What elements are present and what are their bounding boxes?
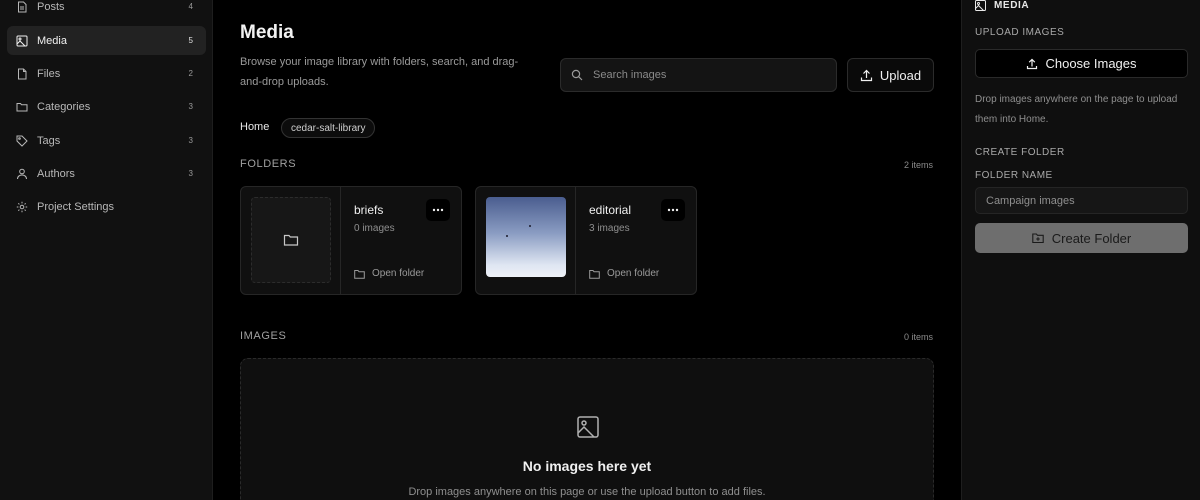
create-folder-label: CREATE FOLDER (975, 147, 1065, 158)
breadcrumb-home[interactable]: Home (240, 121, 269, 133)
image-icon (577, 416, 599, 438)
folder-icon (16, 101, 28, 113)
more-options-button[interactable] (661, 199, 685, 221)
sidebar-item-count: 4 (188, 2, 193, 11)
folder-card-briefs[interactable]: briefs 0 images Open folder (240, 186, 462, 295)
sidebar-item-count: 2 (188, 69, 193, 78)
sidebar-item-files[interactable]: Files 2 (7, 59, 206, 88)
sidebar-item-count: 3 (188, 169, 193, 178)
page-title: Media (240, 22, 294, 43)
folder-card-editorial[interactable]: editorial 3 images Open folder (475, 186, 697, 295)
choose-images-button[interactable]: Choose Images (975, 49, 1188, 78)
folder-icon (283, 234, 299, 246)
open-folder-label: Open folder (607, 268, 660, 279)
more-dots-icon (667, 208, 679, 212)
image-dropzone[interactable]: No images here yet Drop images anywhere … (240, 358, 934, 500)
choose-images-label: Choose Images (1045, 56, 1137, 71)
folder-meta: 3 images (589, 223, 630, 234)
image-icon (975, 0, 986, 11)
sidebar-item-label: Files (37, 67, 61, 80)
file-icon (16, 68, 28, 80)
sidebar-item-label: Authors (37, 167, 75, 180)
folders-count: 2 items (903, 160, 933, 170)
sidebar-item-label: Media (37, 34, 67, 47)
upload-button-label: Upload (879, 67, 922, 83)
upload-images-label: UPLOAD IMAGES (975, 27, 1065, 38)
breadcrumb-current[interactable]: cedar-salt-library (281, 118, 376, 138)
gear-icon (16, 201, 28, 213)
sidebar-item-label: Posts (37, 0, 65, 13)
sidebar-item-authors[interactable]: Authors 3 (7, 159, 206, 188)
folder-name-input[interactable] (975, 187, 1188, 214)
empty-thumbnail (251, 197, 331, 283)
sidebar-item-label: Tags (37, 134, 61, 147)
panel-title: MEDIA (994, 0, 1030, 11)
image-icon (16, 35, 28, 47)
sidebar-item-media[interactable]: Media 5 (7, 26, 206, 55)
folder-name: editorial (589, 203, 632, 217)
folder-name-label: FOLDER NAME (975, 170, 1053, 181)
folder-icon (589, 269, 600, 279)
images-section-label: IMAGES (240, 330, 287, 342)
open-folder-link[interactable]: Open folder (589, 268, 659, 279)
images-count: 0 items (903, 332, 933, 342)
folder-plus-icon (1032, 233, 1044, 244)
panel-header: MEDIA (975, 0, 1029, 11)
create-folder-label-text: Create Folder (1051, 230, 1132, 246)
sidebar-item-posts[interactable]: Posts 4 (7, 0, 206, 21)
sidebar-item-project-settings[interactable]: Project Settings (7, 192, 206, 221)
upload-icon (1027, 58, 1038, 69)
user-icon (16, 168, 28, 180)
more-dots-icon (432, 208, 444, 212)
create-folder-button[interactable]: Create Folder (975, 223, 1188, 253)
upload-note: Drop images anywhere on the page to uplo… (975, 94, 1178, 125)
sidebar-item-count: 3 (188, 136, 193, 145)
page-subtitle: Browse your image library with folders, … (240, 56, 519, 88)
open-folder-link[interactable]: Open folder (354, 268, 424, 279)
search-input[interactable] (593, 69, 823, 81)
empty-state-description: Drop images anywhere on this page or use… (408, 486, 766, 498)
sidebar-item-count: 5 (188, 36, 193, 45)
search-icon (571, 69, 583, 81)
sidebar-item-count: 3 (188, 102, 193, 111)
sidebar-item-categories[interactable]: Categories 3 (7, 92, 206, 121)
folder-preview-image (486, 197, 566, 277)
sidebar-item-label: Project Settings (37, 200, 115, 213)
folders-section-label: FOLDERS (240, 158, 297, 170)
upload-button[interactable]: Upload (847, 58, 934, 92)
bird-speck (529, 225, 531, 227)
more-options-button[interactable] (426, 199, 450, 221)
tag-icon (16, 135, 28, 147)
search-box[interactable] (560, 58, 837, 92)
folder-thumbnail (241, 187, 341, 294)
sidebar: Posts 4 Media 5 Files 2 Categories 3 Tag… (0, 0, 213, 500)
open-folder-label: Open folder (372, 268, 425, 279)
media-panel: MEDIA UPLOAD IMAGES Choose Images Drop i… (961, 0, 1200, 500)
folder-thumbnail (476, 187, 576, 294)
document-icon (16, 1, 28, 13)
folder-meta: 0 images (354, 223, 395, 234)
sidebar-item-label: Categories (37, 100, 91, 113)
bird-speck (506, 235, 508, 237)
sidebar-item-tags[interactable]: Tags 3 (7, 126, 206, 155)
main-content: Media Browse your image library with fol… (214, 0, 960, 500)
empty-state-title: No images here yet (522, 458, 652, 474)
folder-name: briefs (354, 203, 384, 217)
folder-icon (354, 269, 365, 279)
upload-icon (860, 69, 872, 81)
